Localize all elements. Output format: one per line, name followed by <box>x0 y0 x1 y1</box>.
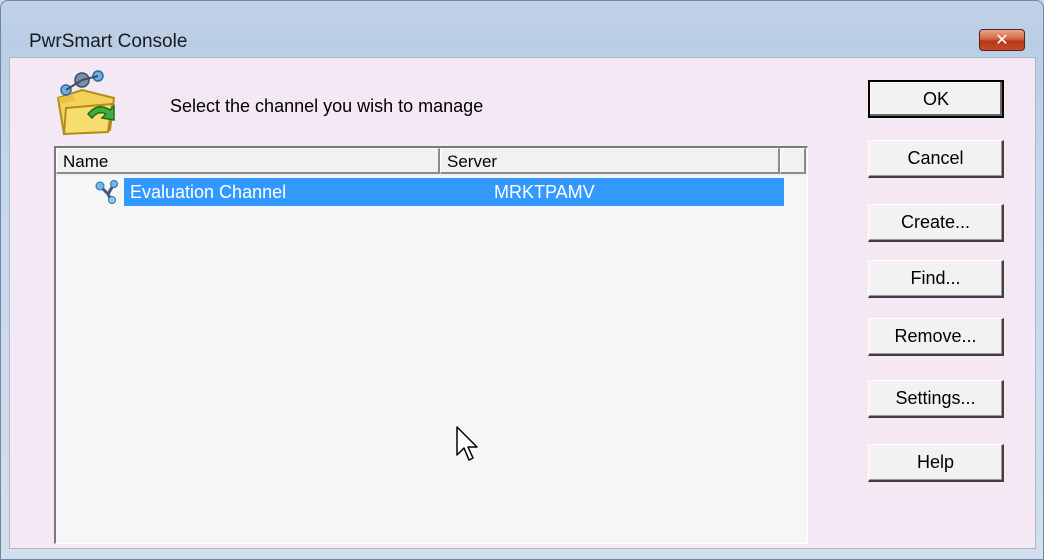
create-button[interactable]: Create... <box>868 204 1004 242</box>
window-title: PwrSmart Console <box>29 31 188 52</box>
cancel-button[interactable]: Cancel <box>868 140 1004 178</box>
channel-list[interactable]: Name Server Evaluation Channel MRKTPAMV <box>54 146 808 544</box>
cell-server: MRKTPAMV <box>494 182 595 202</box>
remove-button[interactable]: Remove... <box>868 318 1004 356</box>
help-button[interactable]: Help <box>868 444 1004 482</box>
table-row[interactable]: Evaluation Channel MRKTPAMV <box>94 178 784 206</box>
column-header-server[interactable]: Server <box>440 148 780 174</box>
cell-channel-name: Evaluation Channel <box>130 182 287 202</box>
ok-button[interactable]: OK <box>868 80 1004 118</box>
close-button[interactable]: ✕ <box>979 29 1025 51</box>
channel-folder-icon <box>56 70 116 136</box>
column-headers: Name Server <box>56 148 807 176</box>
close-icon: ✕ <box>995 32 1009 49</box>
mouse-cursor-icon <box>456 426 478 461</box>
dialog-client-area: Select the channel you wish to manage Na… <box>9 57 1036 549</box>
title-bar[interactable]: PwrSmart Console ✕ <box>1 1 1043 52</box>
dialog-window: PwrSmart Console ✕ Select the channel yo… <box>0 0 1044 560</box>
column-header-name[interactable]: Name <box>56 148 440 174</box>
find-button[interactable]: Find... <box>868 260 1004 298</box>
channel-icon <box>95 180 118 204</box>
instruction-text: Select the channel you wish to manage <box>170 96 484 116</box>
column-header-filler <box>780 148 806 174</box>
settings-button[interactable]: Settings... <box>868 380 1004 418</box>
